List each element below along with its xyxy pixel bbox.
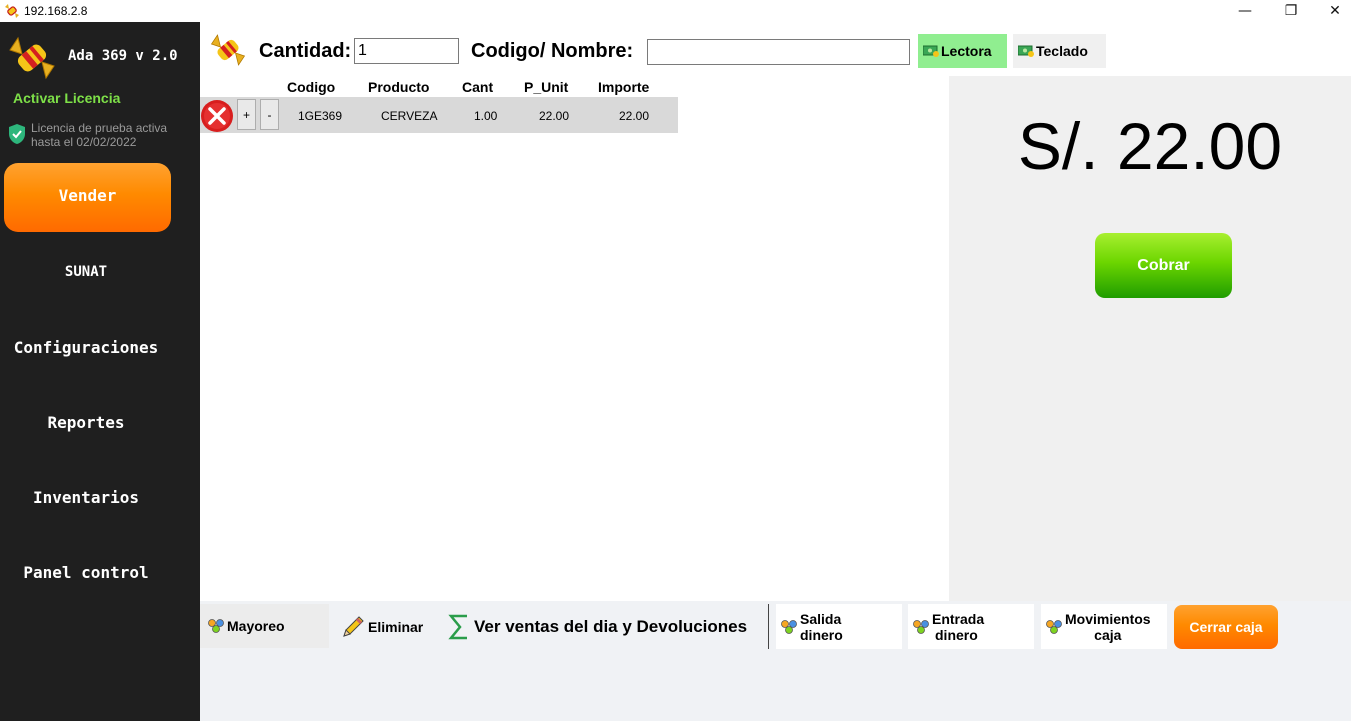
cash-icon [1018, 45, 1034, 57]
table-row[interactable]: + - 1GE369 CERVEZA 1.00 22.00 22.00 [200, 97, 678, 133]
movimientos-caja-label: Movimientos caja [1065, 611, 1151, 643]
group-icon [913, 619, 929, 634]
eliminar-label: Eliminar [368, 619, 424, 635]
nav-reportes[interactable]: Reportes [0, 413, 172, 432]
group-icon [781, 619, 797, 634]
mayoreo-button[interactable]: Mayoreo [200, 604, 329, 648]
nav-sunat[interactable]: SUNAT [0, 264, 172, 280]
col-importe: Importe [598, 79, 650, 95]
app-name: Ada 369 v 2.0 [68, 48, 178, 64]
movs-line-1: Movimientos [1065, 610, 1151, 627]
cobrar-button[interactable]: Cobrar [1095, 233, 1232, 298]
bottom-toolbar: Mayoreo Eliminar Ver ventas del dia y De… [200, 601, 1351, 721]
codigo-nombre-label: Codigo/ Nombre: [471, 40, 634, 62]
decrement-button[interactable]: - [260, 99, 279, 130]
group-icon [1046, 619, 1062, 634]
divider [768, 604, 769, 649]
nav-inventarios[interactable]: Inventarios [0, 488, 172, 507]
total-amount: S/. 22.00 [1017, 109, 1283, 183]
cerrar-caja-button[interactable]: Cerrar caja [1174, 605, 1278, 649]
eliminar-button[interactable]: Eliminar [340, 611, 423, 643]
increment-button[interactable]: + [237, 99, 256, 130]
candy-icon [5, 4, 19, 18]
cell-p-unit: 22.00 [539, 109, 570, 123]
cash-icon [923, 45, 939, 57]
sigma-icon [448, 614, 467, 640]
salida-dinero-button[interactable]: Salida dinero [776, 604, 902, 649]
col-cant: Cant [462, 79, 494, 95]
sidebar: Ada 369 v 2.0 Activar Licencia Licencia … [0, 22, 200, 721]
salida-line-2: dinero [800, 626, 843, 643]
cantidad-label: Cantidad: [259, 40, 352, 62]
cell-cant: 1.00 [474, 109, 498, 123]
salida-line-1: Salida [800, 610, 842, 627]
salida-dinero-label: Salida dinero [800, 611, 843, 643]
candy-icon [210, 34, 246, 66]
group-icon [208, 619, 224, 633]
col-codigo: Codigo [287, 79, 336, 95]
candy-logo-icon [9, 36, 55, 80]
entrada-dinero-label: Entrada dinero [932, 611, 984, 643]
nav-vender-button[interactable]: Vender [4, 163, 171, 232]
window-title: 192.168.2.8 [24, 4, 88, 18]
teclado-label: Teclado [1036, 43, 1088, 59]
maximize-button[interactable]: ❐ [1268, 0, 1314, 22]
cantidad-input[interactable] [354, 38, 459, 64]
shield-check-icon [9, 124, 25, 144]
ver-ventas-label: Ver ventas del dia y Devoluciones [474, 617, 748, 636]
cell-codigo: 1GE369 [298, 109, 343, 123]
lectora-label: Lectora [941, 43, 992, 59]
pencil-icon [343, 616, 364, 637]
col-producto: Producto [368, 79, 430, 95]
cell-producto: CERVEZA [381, 109, 438, 123]
mayoreo-label: Mayoreo [227, 618, 285, 634]
movimientos-caja-button[interactable]: Movimientos caja [1041, 604, 1167, 649]
nav-panel-control[interactable]: Panel control [0, 563, 172, 582]
activate-license-link[interactable]: Activar Licencia [13, 90, 120, 106]
codigo-nombre-input[interactable] [647, 39, 910, 65]
delete-row-icon[interactable] [200, 99, 234, 133]
entrada-dinero-button[interactable]: Entrada dinero [908, 604, 1034, 649]
lectora-button[interactable]: Lectora [918, 34, 1007, 68]
entrada-line-2: dinero [935, 626, 978, 643]
ver-ventas-button[interactable]: Ver ventas del dia y Devoluciones [448, 611, 747, 643]
col-p-unit: P_Unit [524, 79, 569, 95]
nav-configuraciones[interactable]: Configuraciones [0, 338, 172, 357]
cell-importe: 22.00 [619, 109, 650, 123]
entrada-line-1: Entrada [932, 610, 985, 627]
title-bar: 192.168.2.8 — ❐ ✕ [0, 0, 1351, 22]
movs-line-2: caja [1094, 626, 1122, 643]
teclado-button[interactable]: Teclado [1013, 34, 1106, 68]
close-button[interactable]: ✕ [1312, 0, 1351, 22]
minimize-button[interactable]: — [1222, 0, 1268, 22]
total-panel: S/. 22.00 Cobrar [949, 76, 1351, 601]
license-status: Licencia de prueba activa hasta el 02/02… [31, 121, 168, 149]
